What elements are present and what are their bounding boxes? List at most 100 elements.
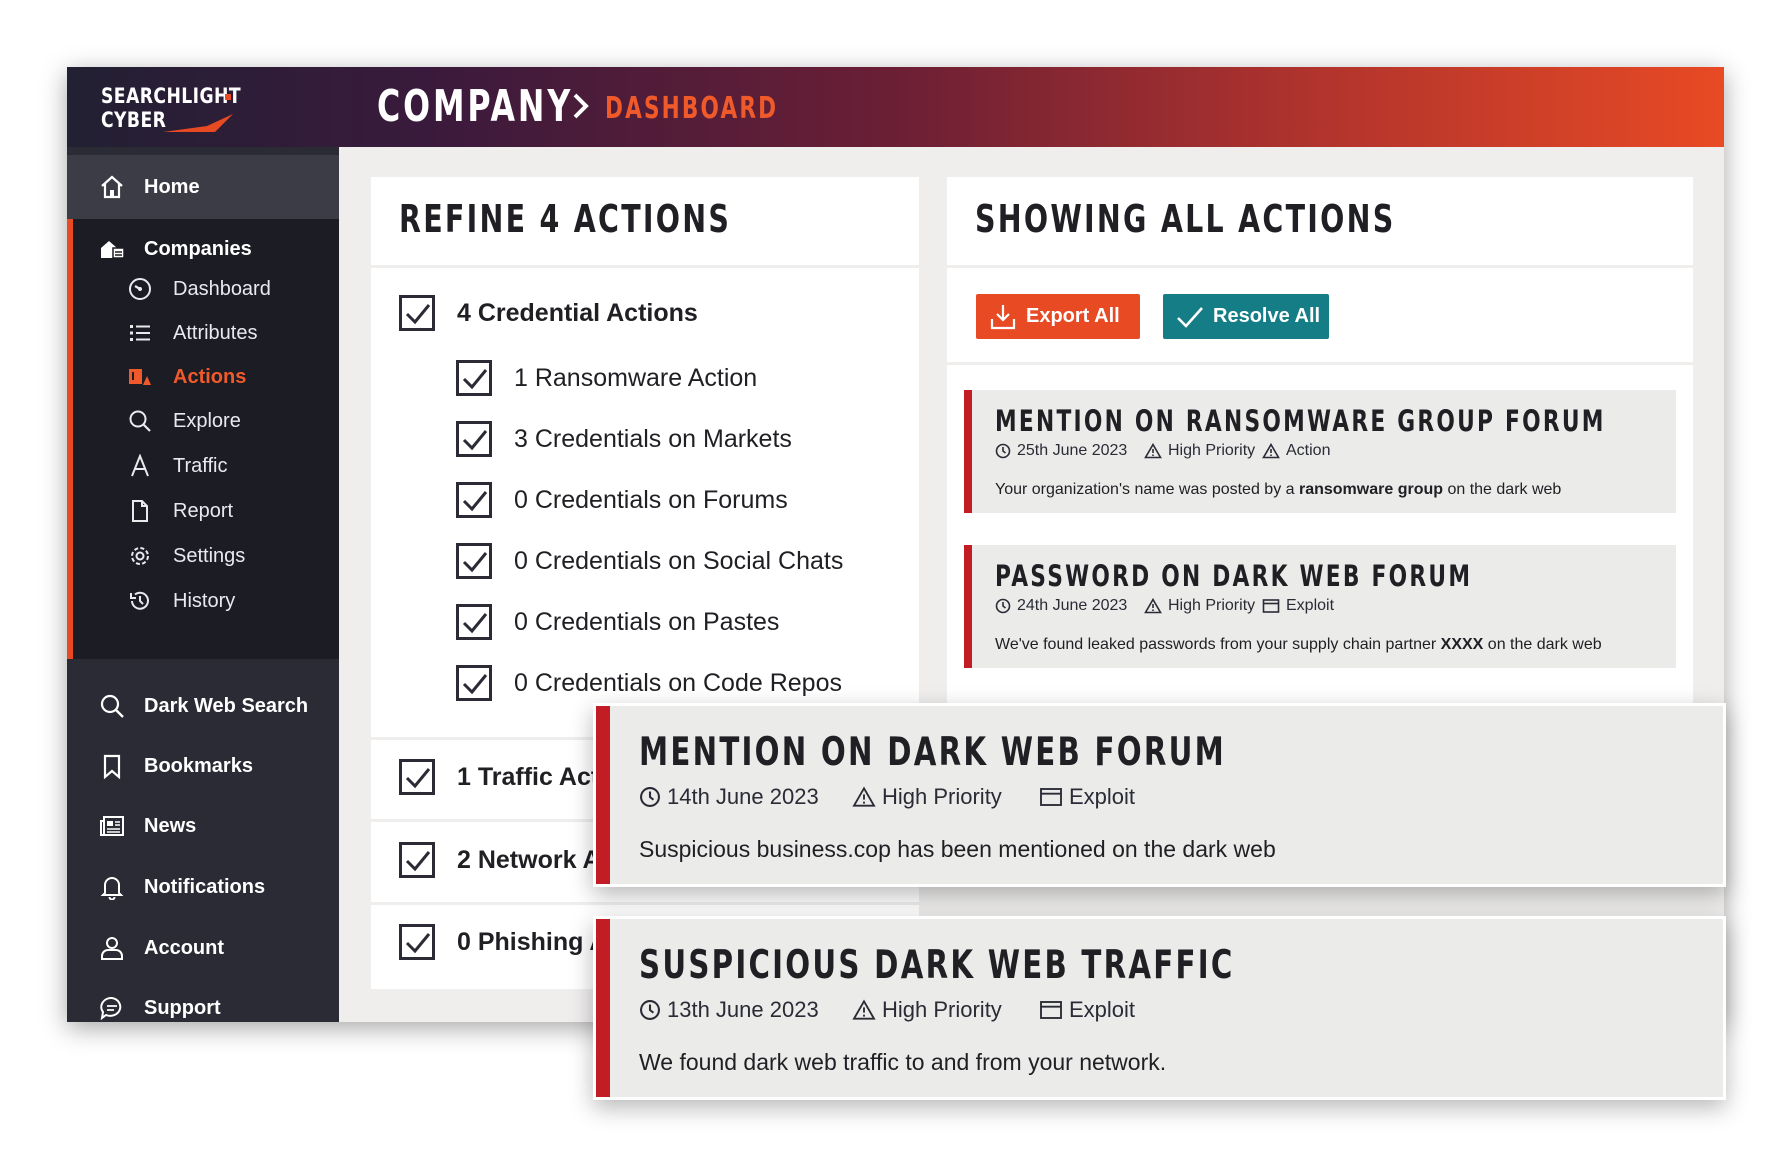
sidebar-item-label: Actions: [173, 365, 247, 388]
divider: [371, 902, 919, 905]
resolve-all-button[interactable]: Resolve All: [1163, 294, 1329, 339]
warning-icon: [1262, 443, 1280, 459]
sidebar-item-account[interactable]: Account: [67, 922, 339, 974]
sidebar-item-label: Dark Web Search: [144, 694, 309, 717]
priority-bar: [596, 706, 610, 884]
export-all-button[interactable]: Export All: [976, 294, 1140, 339]
sidebar-item-label: Settings: [173, 544, 246, 567]
searchlight-logo[interactable]: SEARCHLIGHT CYBER: [101, 84, 241, 134]
top-bar: SEARCHLIGHT CYBER COMPANY DASHBOARD: [67, 67, 1724, 147]
filter-label: 0 Credentials on Social Chats: [514, 547, 844, 575]
divider: [947, 265, 1693, 268]
sidebar-item-label: Traffic: [173, 454, 228, 477]
type-text: Exploit: [1069, 784, 1136, 809]
checkmark-icon: [462, 430, 488, 451]
credential-actions-label: 4 Credential Actions: [457, 299, 698, 327]
sidebar-item-dark-web-search[interactable]: Dark Web Search: [67, 680, 339, 732]
action-description: We've found leaked passwords from your s…: [995, 636, 1602, 654]
checkmark-icon: [462, 491, 488, 512]
divider: [371, 265, 919, 268]
resolve-all-label: Resolve All: [1213, 305, 1321, 327]
refine-title: REFINE 4 ACTIONS: [399, 197, 732, 241]
action-title: PASSWORD ON DARK WEB FORUM: [995, 559, 1473, 593]
priority-bar: [964, 545, 972, 668]
divider: [947, 362, 1693, 365]
checkmark-icon: [405, 304, 431, 325]
checkbox-markets[interactable]: [456, 421, 492, 457]
chat-icon: [100, 996, 122, 1021]
sidebar-item-traffic[interactable]: Traffic: [67, 444, 339, 488]
logo-line-1: SEARCHLIGHT: [101, 84, 241, 108]
checkbox-traffic-actions[interactable]: [399, 759, 435, 795]
priority-bar: [964, 390, 972, 513]
action-priority: High Priority: [1144, 597, 1255, 615]
sidebar-item-label: Notifications: [144, 875, 266, 898]
sidebar-item-notifications[interactable]: Notifications: [67, 861, 339, 913]
desc-text: Your organization's name was posted by a: [995, 481, 1299, 498]
checkbox-credential-actions[interactable]: [399, 295, 435, 331]
sidebar-item-dashboard[interactable]: Dashboard: [67, 267, 339, 311]
type-text: Exploit: [1286, 597, 1335, 614]
sidebar-item-label: Support: [144, 996, 221, 1019]
sidebar-item-report[interactable]: Report: [67, 489, 339, 533]
action-card-featured[interactable]: SUSPICIOUS DARK WEB TRAFFIC 13th June 20…: [593, 916, 1726, 1100]
checkbox-forums[interactable]: [456, 482, 492, 518]
action-title: MENTION ON RANSOMWARE GROUP FORUM: [995, 404, 1606, 438]
sidebar-item-label: Account: [144, 936, 224, 959]
sidebar-item-news[interactable]: News: [67, 800, 339, 852]
priority-text: High Priority: [882, 997, 1002, 1022]
desc-text: on the dark web: [1443, 481, 1562, 498]
gauge-icon: [129, 278, 151, 300]
checkmark-icon: [462, 369, 488, 390]
filter-label: 1 Ransomware Action: [514, 364, 758, 392]
action-card[interactable]: PASSWORD ON DARK WEB FORUM 24th June 202…: [964, 545, 1676, 668]
checkbox-phishing-actions[interactable]: [399, 924, 435, 960]
date-text: 24th June 2023: [1017, 597, 1128, 614]
sidebar-item-label: Dashboard: [173, 277, 271, 300]
newspaper-icon: [100, 816, 124, 836]
bookmark-icon: [103, 754, 121, 779]
window-icon: [1040, 788, 1062, 806]
checkmark-icon: [462, 552, 488, 573]
sidebar-item-label: Attributes: [173, 321, 258, 344]
document-icon: [132, 500, 148, 522]
checkbox-code-repos[interactable]: [456, 665, 492, 701]
sidebar-item-actions[interactable]: Actions: [67, 355, 339, 399]
action-card[interactable]: MENTION ON RANSOMWARE GROUP FORUM 25th J…: [964, 390, 1676, 513]
actions-icon: [129, 369, 151, 385]
window-icon: [1040, 1001, 1062, 1019]
checkmark-icon: [405, 768, 431, 789]
action-type: Exploit: [1262, 597, 1334, 615]
action-date: 24th June 2023: [995, 597, 1127, 615]
sidebar-item-explore[interactable]: Explore: [67, 399, 339, 443]
desc-highlight: XXXX: [1440, 636, 1484, 653]
window-icon: [1262, 599, 1280, 613]
logo-dot: [225, 94, 231, 100]
clock-icon: [995, 598, 1011, 614]
checkbox-pastes[interactable]: [456, 604, 492, 640]
action-priority: High Priority: [1144, 442, 1255, 460]
bell-icon: [100, 877, 124, 900]
clock-icon: [640, 1000, 660, 1020]
checkbox-network-actions[interactable]: [399, 842, 435, 878]
user-icon: [101, 937, 123, 960]
warning-icon: [1144, 443, 1162, 459]
date-text: 14th June 2023: [667, 784, 819, 809]
desc-highlight: ransomware group: [1298, 481, 1444, 498]
sidebar-item-home[interactable]: Home: [67, 155, 339, 219]
sidebar-item-bookmarks[interactable]: Bookmarks: [67, 740, 339, 792]
sidebar-item-settings[interactable]: Settings: [67, 534, 339, 578]
chevron-right-icon: [573, 93, 589, 119]
sidebar-item-support[interactable]: Support: [67, 982, 339, 1022]
sidebar-item-history[interactable]: History: [67, 579, 339, 623]
action-card-featured[interactable]: MENTION ON DARK WEB FORUM 14th June 2023…: [593, 703, 1726, 887]
checkbox-ransomware[interactable]: [456, 360, 492, 396]
sidebar-item-attributes[interactable]: Attributes: [67, 311, 339, 355]
breadcrumb-company[interactable]: COMPANY: [377, 81, 573, 132]
date-text: 25th June 2023: [1017, 442, 1128, 459]
desc-text: We've found leaked passwords from your s…: [995, 636, 1441, 653]
checkmark-icon: [462, 674, 488, 695]
warning-icon: [852, 999, 876, 1020]
priority-text: High Priority: [1168, 442, 1256, 459]
checkbox-social-chats[interactable]: [456, 543, 492, 579]
